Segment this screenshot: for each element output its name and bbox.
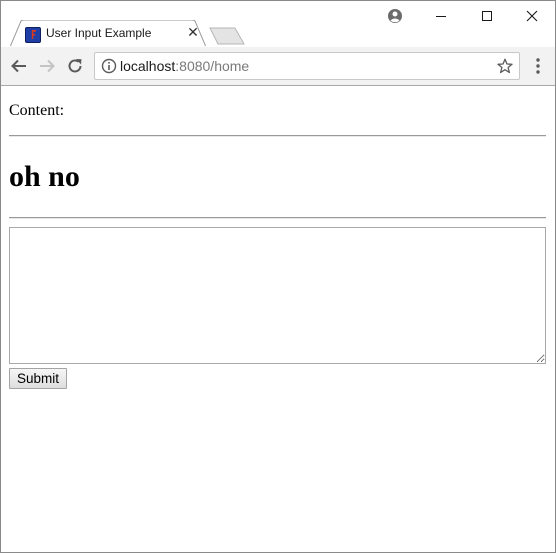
close-icon[interactable]	[509, 1, 555, 31]
new-tab-icon	[209, 27, 245, 45]
browser-toolbar: localhost:8080/home	[1, 47, 555, 86]
reload-icon[interactable]	[62, 53, 88, 79]
url-text: localhost:8080/home	[120, 58, 249, 74]
star-icon[interactable]	[495, 56, 515, 76]
url-host: localhost	[120, 58, 176, 74]
page-content: Content: oh no Submit	[1, 86, 555, 552]
submit-button[interactable]: Submit	[9, 368, 68, 389]
browser-window: User Input Example ✕ localhost:8080/home…	[0, 0, 556, 553]
tab-title: User Input Example	[46, 26, 152, 40]
forward-icon[interactable]	[34, 53, 60, 79]
info-icon[interactable]	[101, 58, 117, 74]
app-logo-icon	[25, 27, 41, 43]
page-heading: oh no	[9, 160, 80, 193]
minimize-icon[interactable]	[418, 1, 464, 31]
tab-strip: User Input Example ✕	[1, 1, 555, 47]
back-icon[interactable]	[6, 53, 32, 79]
divider-top	[9, 135, 546, 137]
divider-bottom	[9, 217, 546, 219]
maximize-icon[interactable]	[464, 1, 510, 31]
tab-user-input-example[interactable]: User Input Example ✕	[10, 20, 206, 47]
url-rest: :8080/home	[175, 58, 250, 74]
content-label: Content:	[9, 102, 65, 119]
new-tab-button[interactable]	[209, 27, 245, 45]
close-tab-icon[interactable]: ✕	[185, 23, 201, 41]
address-bar[interactable]: localhost:8080/home	[94, 52, 520, 80]
profile-icon[interactable]	[385, 6, 405, 26]
user-input-textarea[interactable]	[9, 227, 546, 364]
menu-icon[interactable]	[527, 53, 549, 79]
